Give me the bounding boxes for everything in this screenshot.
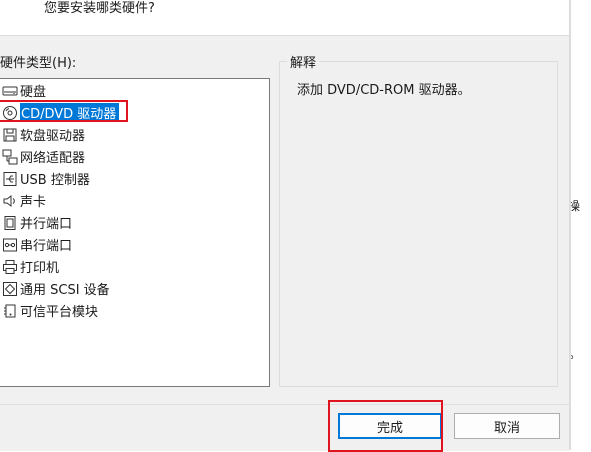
printer-icon	[1, 258, 19, 276]
tpm-icon	[1, 302, 19, 320]
dialog-header: 您要安装哪类硬件?	[0, 0, 571, 36]
hardware-item-label: CD/DVD 驱动器	[20, 103, 120, 122]
hardware-item-floppy[interactable]: 软盘驱动器	[0, 124, 269, 145]
hardware-item-label: 网络适配器	[20, 151, 86, 166]
usb-icon	[1, 170, 19, 188]
hardware-item-label: 打印机	[20, 261, 60, 276]
hardware-item-serial-port[interactable]: 串行端口	[0, 234, 269, 255]
sound-icon	[1, 192, 19, 210]
explanation-group	[279, 61, 558, 387]
hardware-type-label: 硬件类型(H):	[0, 56, 77, 71]
hardware-item-scsi[interactable]: 通用 SCSI 设备	[0, 278, 269, 299]
hardware-item-parallel-port[interactable]: 并行端口	[0, 212, 269, 233]
hardware-item-tpm[interactable]: 可信平台模块	[0, 300, 269, 321]
hardware-item-label: 声卡	[20, 195, 47, 210]
hardware-item-network[interactable]: 网络适配器	[0, 146, 269, 167]
add-hardware-dialog: 您要安装哪类硬件? 硬件类型(H): 硬盘 CD/DVD 驱动器 软盘驱动器 网…	[0, 0, 571, 452]
finish-button[interactable]: 完成	[338, 413, 442, 439]
explanation-title: 解释	[287, 52, 320, 71]
network-icon	[1, 148, 19, 166]
cd-dvd-icon	[1, 104, 19, 122]
scsi-icon	[1, 280, 19, 298]
explanation-text: 添加 DVD/CD-ROM 驱动器。	[297, 83, 471, 98]
dialog-edge	[569, 0, 571, 450]
dialog-question: 您要安装哪类硬件?	[44, 1, 155, 16]
hardware-item-usb[interactable]: USB 控制器	[0, 168, 269, 189]
background-window: 操 。	[568, 0, 591, 450]
hardware-item-label: 串行端口	[20, 239, 73, 254]
hardware-type-list[interactable]: 硬盘 CD/DVD 驱动器 软盘驱动器 网络适配器 USB 控制器 声卡 并行端…	[0, 78, 270, 387]
hardware-item-hard-disk[interactable]: 硬盘	[0, 80, 269, 101]
hardware-item-sound[interactable]: 声卡	[0, 190, 269, 211]
hardware-item-label: USB 控制器	[20, 173, 90, 188]
hardware-item-label: 并行端口	[20, 217, 73, 232]
hardware-item-label: 硬盘	[20, 85, 47, 100]
hardware-item-label: 软盘驱动器	[20, 129, 86, 144]
hard-disk-icon	[1, 82, 19, 100]
hardware-item-printer[interactable]: 打印机	[0, 256, 269, 277]
hardware-item-label: 可信平台模块	[20, 305, 99, 320]
hardware-item-cd-dvd[interactable]: CD/DVD 驱动器	[0, 102, 269, 123]
serial-port-icon	[1, 236, 19, 254]
cancel-button[interactable]: 取消	[454, 413, 560, 439]
hardware-item-label: 通用 SCSI 设备	[20, 283, 110, 298]
floppy-icon	[1, 126, 19, 144]
parallel-port-icon	[1, 214, 19, 232]
